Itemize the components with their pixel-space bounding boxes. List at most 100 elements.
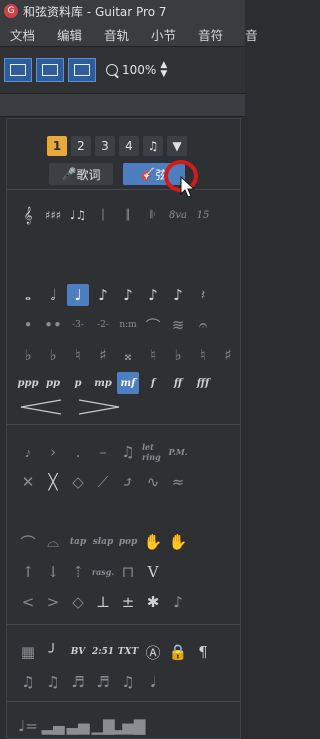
pickstroke-up-icon[interactable]: V xyxy=(142,561,164,583)
slash-icon[interactable]: ╯ xyxy=(42,641,64,663)
voice-3-button[interactable]: 3 xyxy=(95,136,115,156)
beam-icon[interactable]: ♫ xyxy=(17,671,39,693)
lock-icon[interactable]: 🔒 xyxy=(167,641,189,663)
natural-icon[interactable]: ♮ xyxy=(67,344,89,366)
chord-diagram-icon[interactable]: ¶ xyxy=(192,641,214,663)
harmonic-icon[interactable]: ◇ xyxy=(67,471,89,493)
pan-automation-icon[interactable]: ▃▅ xyxy=(66,715,89,737)
let-ring-label[interactable]: let ring xyxy=(142,441,164,463)
whole-note-icon[interactable]: 𝅝 xyxy=(17,284,39,306)
slap-label[interactable]: slap xyxy=(92,531,114,553)
double-sharp-icon[interactable]: 𝄪 xyxy=(117,344,139,366)
rasgueado-label[interactable]: rasg. xyxy=(92,561,114,583)
pedal-icon[interactable]: ✱ xyxy=(142,591,164,613)
free-voice-icon[interactable]: ♫ xyxy=(143,136,163,156)
menu-item-note[interactable]: 音符 xyxy=(198,25,223,44)
greater-icon[interactable]: > xyxy=(42,591,64,613)
dynamic-ff[interactable]: ff xyxy=(167,372,189,394)
ottava-icon[interactable]: 8va xyxy=(167,204,189,226)
voice-2-button[interactable]: 2 xyxy=(71,136,91,156)
page-view-button[interactable] xyxy=(4,58,32,82)
rest-icon[interactable]: 𝄽 xyxy=(192,284,214,306)
tab-icon[interactable]: ▦ xyxy=(17,641,39,663)
palm-mute-label[interactable]: P.M. xyxy=(167,441,189,463)
right-hand-icon[interactable]: ✋ xyxy=(167,531,189,553)
grace-note-icon[interactable]: 𝆔 xyxy=(17,441,39,463)
slide-icon[interactable]: ⟋ xyxy=(92,471,114,493)
flat-icon-2[interactable]: ♭ xyxy=(167,344,189,366)
double-dot-icon[interactable]: •• xyxy=(42,314,64,336)
arpeggio-down-icon[interactable]: ↓ xyxy=(42,561,64,583)
dynamic-fff[interactable]: fff xyxy=(192,372,214,394)
tremolo-bar-icon[interactable]: ◇ xyxy=(67,591,89,613)
tremolo-icon[interactable]: ≋ xyxy=(167,314,189,336)
bend-icon[interactable]: ⤴ xyxy=(117,471,139,493)
thirty-second-note-icon[interactable]: ♪ xyxy=(142,284,164,306)
flat-icon[interactable]: ♭ xyxy=(17,344,39,366)
eighth-note-icon[interactable]: ♪ xyxy=(92,284,114,306)
sixty-fourth-note-icon[interactable]: ♪ xyxy=(167,284,189,306)
horizontal-view-button[interactable] xyxy=(36,58,64,82)
double-barline-icon[interactable]: 𝄁 xyxy=(117,204,139,226)
less-icon[interactable]: < xyxy=(17,591,39,613)
fade-icon[interactable]: ⊥ xyxy=(92,591,114,613)
key-signature-icon[interactable]: ♯♯♯ xyxy=(42,204,64,226)
lyrics-button[interactable]: 🎤 歌词 xyxy=(49,163,113,185)
menu-item-more[interactable]: 音 xyxy=(245,25,258,44)
timer-label[interactable]: 2:51 xyxy=(92,641,114,663)
repeat-icon[interactable]: 𝄆 xyxy=(142,204,164,226)
marker-icon[interactable]: Ⓐ xyxy=(142,641,164,663)
natural-icon-2[interactable]: ♮ xyxy=(142,344,164,366)
pickstroke-down-icon[interactable]: ⊓ xyxy=(117,561,139,583)
hammer-on-icon[interactable]: ⌒ xyxy=(17,531,39,553)
tenuto-icon[interactable]: – xyxy=(92,441,114,463)
dynamic-f[interactable]: f xyxy=(142,372,164,394)
menu-item-bar[interactable]: 小节 xyxy=(151,25,176,44)
dynamic-mf[interactable]: mf xyxy=(117,372,139,394)
tuplet-icon[interactable]: n:m xyxy=(117,314,139,336)
half-note-icon[interactable]: 𝅗𝅥 xyxy=(42,284,64,306)
quarter-note-icon[interactable]: ♩ xyxy=(67,284,89,306)
volume-automation-icon[interactable]: ▂▄ xyxy=(41,715,64,737)
pull-off-icon[interactable]: ⌓ xyxy=(42,531,64,553)
ghost-note-icon[interactable]: ╳ xyxy=(42,471,64,493)
menu-item-track[interactable]: 音轨 xyxy=(104,25,129,44)
treble-clef-icon[interactable]: 𝄞 xyxy=(17,204,39,226)
tie-icon[interactable]: ⌒ xyxy=(142,314,164,336)
collapse-icon[interactable]: ▼ xyxy=(167,136,187,156)
beam-3-icon[interactable]: ♬ xyxy=(67,671,89,693)
arpeggio-up-icon[interactable]: ↑ xyxy=(17,561,39,583)
barline-icon[interactable]: 𝄀 xyxy=(92,204,114,226)
voice-4-button[interactable]: 4 xyxy=(119,136,139,156)
beam-4-icon[interactable]: ♬ xyxy=(92,671,114,693)
sustain-icon[interactable]: ± xyxy=(117,591,139,613)
decrescendo-icon[interactable] xyxy=(78,399,120,415)
natural-icon-3[interactable]: ♮ xyxy=(192,344,214,366)
text-label[interactable]: TXT xyxy=(117,641,139,663)
dynamic-p[interactable]: p xyxy=(67,372,89,394)
tap-label[interactable]: tap xyxy=(67,531,89,553)
zoom-stepper-icon[interactable]: ▲ ▼ xyxy=(160,61,167,79)
pop-label[interactable]: pop xyxy=(117,531,139,553)
accent-icon[interactable]: › xyxy=(42,441,64,463)
eighth-grace-icon[interactable]: ♫ xyxy=(117,441,139,463)
dynamic-ppp[interactable]: ppp xyxy=(17,372,39,394)
left-hand-icon[interactable]: ✋ xyxy=(142,531,164,553)
levels-icon[interactable]: ▂▅▇ xyxy=(111,715,146,737)
wide-vibrato-icon[interactable]: ≈ xyxy=(167,471,189,493)
crescendo-icon[interactable] xyxy=(20,399,62,415)
staccato-icon[interactable]: . xyxy=(67,441,89,463)
fingering-icon[interactable]: ♪ xyxy=(167,591,189,613)
brush-up-icon[interactable]: ⇡ xyxy=(67,561,89,583)
beam-5-icon[interactable]: ♫ xyxy=(117,671,139,693)
zoom-control[interactable]: 100% ▲ ▼ xyxy=(106,61,167,79)
double-flat-icon[interactable]: ♭ xyxy=(42,344,64,366)
menu-item-edit[interactable]: 编辑 xyxy=(57,25,82,44)
fermata-icon[interactable]: 𝄐 xyxy=(192,314,214,336)
triplet-icon[interactable]: -3- xyxy=(67,314,89,336)
time-signature-icon[interactable]: ♩♫ xyxy=(67,204,89,226)
duplet-icon[interactable]: -2- xyxy=(92,314,114,336)
barre-label[interactable]: BV xyxy=(67,641,89,663)
beam-2-icon[interactable]: ♫ xyxy=(42,671,64,693)
quindicesima-icon[interactable]: 15 xyxy=(192,204,214,226)
